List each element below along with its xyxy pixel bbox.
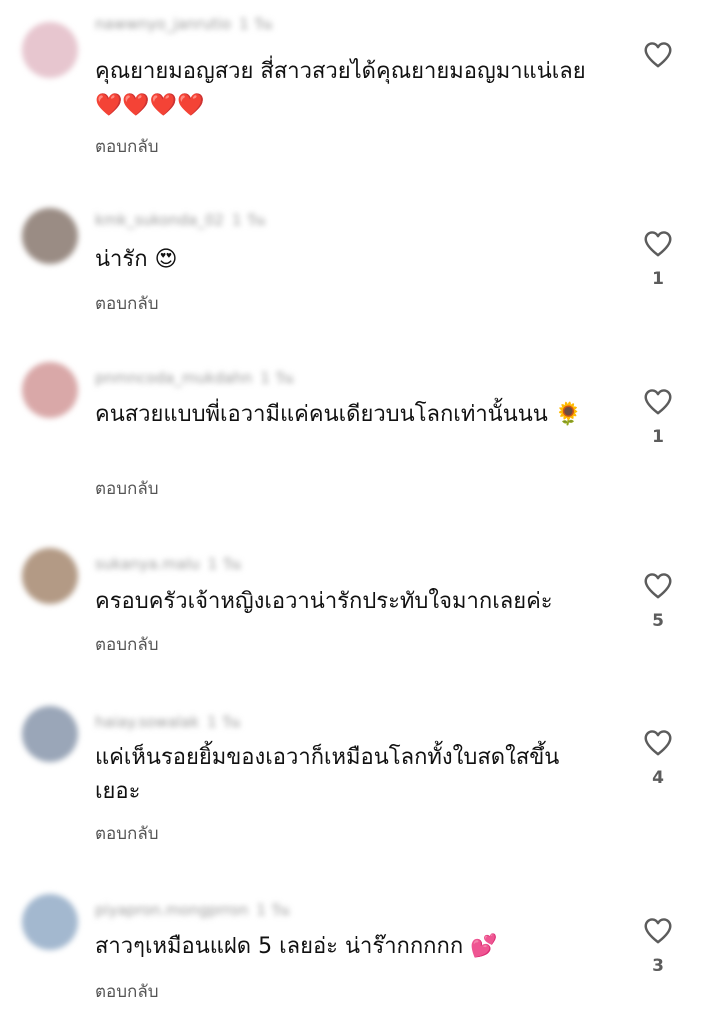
like-count: 5	[652, 611, 664, 631]
comment-username[interactable]: kmk_sukonda_02 1 วัน	[95, 208, 265, 232]
reply-button[interactable]: ตอบกลับ	[95, 133, 159, 160]
reply-button[interactable]: ตอบกลับ	[95, 475, 159, 502]
heart-outline-icon	[644, 389, 672, 415]
comment-text: คนสวยแบบพี่เอวามีแค่คนเดียวบนโลกเท่านั้น…	[95, 398, 595, 432]
heart-outline-icon	[644, 231, 672, 257]
heart-emoji: ❤️	[149, 93, 178, 118]
avatar[interactable]	[22, 706, 78, 762]
username-text[interactable]: sukanya.malu	[95, 555, 200, 573]
comment-username[interactable]: piyapron.mongprron 1 วัน	[95, 898, 289, 922]
like-count: 1	[652, 269, 664, 289]
comment-text: แค่เห็นรอยยิ้มของเอวาก็เหมือนโลกทั้งใบสด…	[95, 741, 595, 809]
sunflower-emoji: 🌻	[554, 402, 583, 427]
comment-username[interactable]: sukanya.malu 1 วัน	[95, 552, 241, 576]
heart-outline-icon	[644, 918, 672, 944]
username-text[interactable]: nawwnyo_janrutio	[95, 15, 231, 33]
avatar[interactable]	[22, 22, 78, 78]
username-text[interactable]: haiay.sowalak	[95, 713, 199, 731]
username-text[interactable]: kmk_sukonda_02	[95, 211, 224, 229]
comment-body: คุณยายมอญสวย สี่สาวสวยได้คุณยายมอญมาแน่เ…	[95, 59, 586, 84]
like-button[interactable]: 1	[641, 230, 675, 289]
like-button[interactable]: 4	[641, 729, 675, 788]
comment-text: สาวๆเหมือนแฝด 5 เลยอ่ะ น่าร๊ากกกกก 💕	[95, 930, 595, 964]
comment-username[interactable]: haiay.sowalak 1 วัน	[95, 710, 240, 734]
like-count: 3	[652, 956, 664, 976]
username-text[interactable]: pnmncoda_mukdahn	[95, 369, 252, 387]
comment-time: 1 วัน	[256, 901, 290, 919]
like-button[interactable]: 5	[641, 572, 675, 631]
comment-body: สาวๆเหมือนแฝด 5 เลยอ่ะ น่าร๊ากกกกก	[95, 934, 464, 959]
comment-body: ครอบครัวเจ้าหญิงเอวาน่ารักประทับใจมากเลย…	[95, 589, 553, 614]
comment-username[interactable]: pnmncoda_mukdahn 1 วัน	[95, 366, 293, 390]
comment-time: 1 วัน	[207, 555, 241, 573]
reply-button[interactable]: ตอบกลับ	[95, 290, 159, 317]
heart-emoji: ❤️	[177, 93, 205, 118]
two-hearts-emoji: 💕	[470, 934, 498, 959]
heart-outline-icon	[644, 42, 672, 68]
like-button[interactable]	[641, 41, 675, 80]
avatar[interactable]	[22, 362, 78, 418]
heart-eyes-emoji: 😍	[154, 247, 178, 272]
avatar[interactable]	[22, 548, 78, 604]
reply-button[interactable]: ตอบกลับ	[95, 978, 159, 1005]
comment-body: น่ารัก	[95, 247, 148, 272]
comment-body: แค่เห็นรอยยิ้มของเอวาก็เหมือนโลกทั้งใบสด…	[95, 745, 560, 804]
reply-button[interactable]: ตอบกลับ	[95, 631, 159, 658]
comment-body: คนสวยแบบพี่เอวามีแค่คนเดียวบนโลกเท่านั้น…	[95, 402, 548, 427]
username-text[interactable]: piyapron.mongprron	[95, 901, 248, 919]
comment-time: 1 วัน	[239, 15, 273, 33]
heart-emoji: ❤️	[122, 93, 150, 118]
comment-text: ครอบครัวเจ้าหญิงเอวาน่ารักประทับใจมากเลย…	[95, 585, 595, 619]
comment-text: น่ารัก 😍	[95, 243, 595, 277]
comment-text: คุณยายมอญสวย สี่สาวสวยได้คุณยายมอญมาแน่เ…	[95, 55, 595, 123]
reply-button[interactable]: ตอบกลับ	[95, 820, 159, 847]
like-button[interactable]: 1	[641, 388, 675, 447]
comment-time: 1 วัน	[231, 211, 265, 229]
heart-outline-icon	[644, 730, 672, 756]
like-button[interactable]: 3	[641, 917, 675, 976]
avatar[interactable]	[22, 894, 78, 950]
avatar[interactable]	[22, 208, 78, 264]
comment-time: 1 วัน	[207, 713, 241, 731]
like-count: 1	[652, 427, 664, 447]
heart-outline-icon	[644, 573, 672, 599]
comment-time: 1 วัน	[260, 369, 294, 387]
like-count: 4	[652, 768, 664, 788]
heart-emoji: ❤️	[95, 93, 123, 118]
comment-username[interactable]: nawwnyo_janrutio 1 วัน	[95, 12, 272, 36]
